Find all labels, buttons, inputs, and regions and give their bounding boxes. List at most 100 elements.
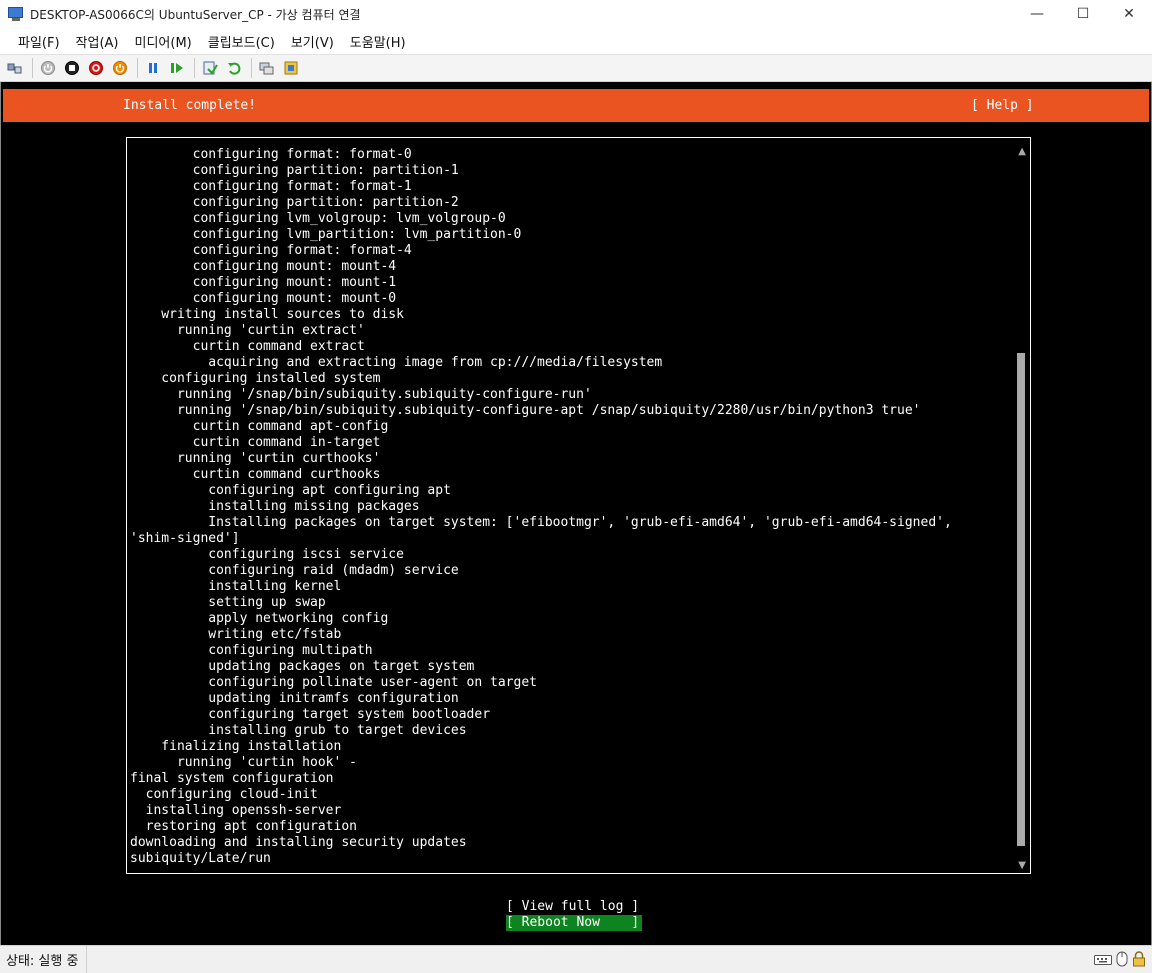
log-line: updating packages on target system [130, 659, 475, 674]
power-icon [113, 61, 127, 75]
log-line: configuring mount: mount-1 [130, 275, 397, 290]
log-line: installing kernel [130, 579, 342, 594]
log-line: final system configuration [130, 771, 334, 786]
log-line: installing missing packages [130, 499, 420, 514]
log-line: restoring apt configuration [130, 819, 357, 834]
vm-status-text: 상태: 실행 중 [0, 946, 88, 973]
start-icon [41, 61, 55, 75]
log-line: apply networking config [130, 611, 389, 626]
log-line: configuring apt configuring apt [130, 483, 451, 498]
revert-button[interactable] [223, 57, 245, 79]
menu-view[interactable]: 보기(V) [283, 32, 342, 51]
toolbar [0, 54, 1152, 82]
pause-button[interactable] [142, 57, 164, 79]
minimize-button[interactable]: — [1014, 0, 1060, 28]
start-button[interactable] [37, 57, 59, 79]
menu-media[interactable]: 미디어(M) [127, 32, 200, 51]
close-button[interactable]: ✕ [1106, 0, 1152, 28]
maximize-button[interactable]: ☐ [1060, 0, 1106, 28]
log-line: configuring format: format-0 [130, 147, 412, 162]
log-line: configuring multipath [130, 643, 373, 658]
enhanced-session-icon [259, 62, 274, 75]
revert-icon [228, 62, 241, 75]
menu-help[interactable]: 도움말(H) [342, 32, 414, 51]
lock-icon [1132, 951, 1146, 971]
log-line: subiquity/Late/run [130, 851, 271, 866]
turn-off-icon [65, 61, 79, 75]
share-button[interactable] [280, 57, 302, 79]
mouse-icon [1116, 951, 1128, 971]
log-line: acquiring and extracting image from cp:/… [130, 355, 663, 370]
status-icons [1090, 951, 1146, 971]
toolbar-separator [137, 58, 138, 78]
install-log: configuring format: format-0 configuring… [130, 147, 1010, 867]
ctrl-alt-del-button[interactable] [4, 57, 26, 79]
log-line: configuring partition: partition-2 [130, 195, 459, 210]
scroll-up-icon[interactable]: ▲ [1018, 146, 1026, 157]
pause-icon [149, 63, 157, 73]
toolbar-separator [194, 58, 195, 78]
log-line: configuring pollinate user-agent on targ… [130, 675, 537, 690]
log-line: configuring lvm_volgroup: lvm_volgroup-0 [130, 211, 506, 226]
log-line: writing install sources to disk [130, 307, 404, 322]
checkpoint-button[interactable] [199, 57, 221, 79]
log-line: configuring target system bootloader [130, 707, 491, 722]
ctrl-alt-del-icon [7, 63, 22, 74]
log-line: 'shim-signed'] [130, 531, 240, 546]
log-line: curtin command in-target [130, 435, 381, 450]
shutdown-button[interactable] [85, 57, 107, 79]
install-status-title: Install complete! [123, 98, 257, 113]
log-line: configuring format: format-4 [130, 243, 412, 258]
log-line: configuring lvm_partition: lvm_partition… [130, 227, 522, 242]
log-line: configuring mount: mount-0 [130, 291, 397, 306]
view-full-log-button[interactable]: [ View full log ] [506, 899, 639, 915]
log-line: configuring mount: mount-4 [130, 259, 397, 274]
log-line: Installing packages on target system: ['… [130, 515, 952, 530]
install-log-panel: configuring format: format-0 configuring… [126, 137, 1031, 874]
window-title: DESKTOP-AS0066C의 UbuntuServer_CP - 가상 컴퓨… [30, 7, 361, 22]
window-controls: — ☐ ✕ [1014, 0, 1152, 28]
log-line: curtin command apt-config [130, 419, 389, 434]
toolbar-separator [251, 58, 252, 78]
log-line: setting up swap [130, 595, 326, 610]
log-line: running '/snap/bin/subiquity.subiquity-c… [130, 403, 921, 418]
scroll-down-icon[interactable]: ▼ [1018, 860, 1026, 871]
log-line: running '/snap/bin/subiquity.subiquity-c… [130, 387, 592, 402]
menu-action[interactable]: 작업(A) [68, 32, 127, 51]
help-button[interactable]: [ Help ] [971, 98, 1034, 113]
log-line: downloading and installing security upda… [130, 835, 467, 850]
log-line: configuring cloud-init [130, 787, 318, 802]
log-line: running 'curtin extract' [130, 323, 365, 338]
turn-off-button[interactable] [61, 57, 83, 79]
log-line: configuring raid (mdadm) service [130, 563, 459, 578]
log-line: configuring partition: partition-1 [130, 163, 459, 178]
log-line: curtin command curthooks [130, 467, 381, 482]
menu-bar: 파일(F) 작업(A) 미디어(M) 클립보드(C) 보기(V) 도움말(H) [0, 28, 1152, 54]
reboot-now-button[interactable]: [ Reboot Now ] [506, 915, 642, 931]
toolbar-separator [32, 58, 33, 78]
vm-screen[interactable]: Install complete! [ Help ] configuring f… [0, 82, 1152, 945]
log-line: configuring iscsi service [130, 547, 404, 562]
log-line: configuring installed system [130, 371, 381, 386]
menu-file[interactable]: 파일(F) [10, 32, 68, 51]
menu-clipboard[interactable]: 클립보드(C) [200, 32, 283, 51]
keyboard-icon [1094, 952, 1112, 971]
log-line: running 'curtin hook' - [130, 755, 357, 770]
resume-icon [171, 63, 183, 73]
log-line: installing grub to target devices [130, 723, 467, 738]
enhanced-session-button[interactable] [256, 57, 278, 79]
log-line: finalizing installation [130, 739, 342, 754]
log-line: configuring format: format-1 [130, 179, 412, 194]
log-line: installing openssh-server [130, 803, 342, 818]
status-bar: 상태: 실행 중 [0, 945, 1152, 973]
vm-connect-icon [8, 6, 24, 22]
resume-button[interactable] [166, 57, 188, 79]
log-line: writing etc/fstab [130, 627, 342, 642]
shutdown-icon [89, 61, 103, 75]
power-button[interactable] [109, 57, 131, 79]
log-line: running 'curtin curthooks' [130, 451, 381, 466]
log-line: updating initramfs configuration [130, 691, 459, 706]
installer-header: Install complete! [ Help ] [3, 89, 1149, 122]
scrollbar-thumb[interactable] [1017, 353, 1025, 846]
checkpoint-icon [203, 61, 218, 75]
